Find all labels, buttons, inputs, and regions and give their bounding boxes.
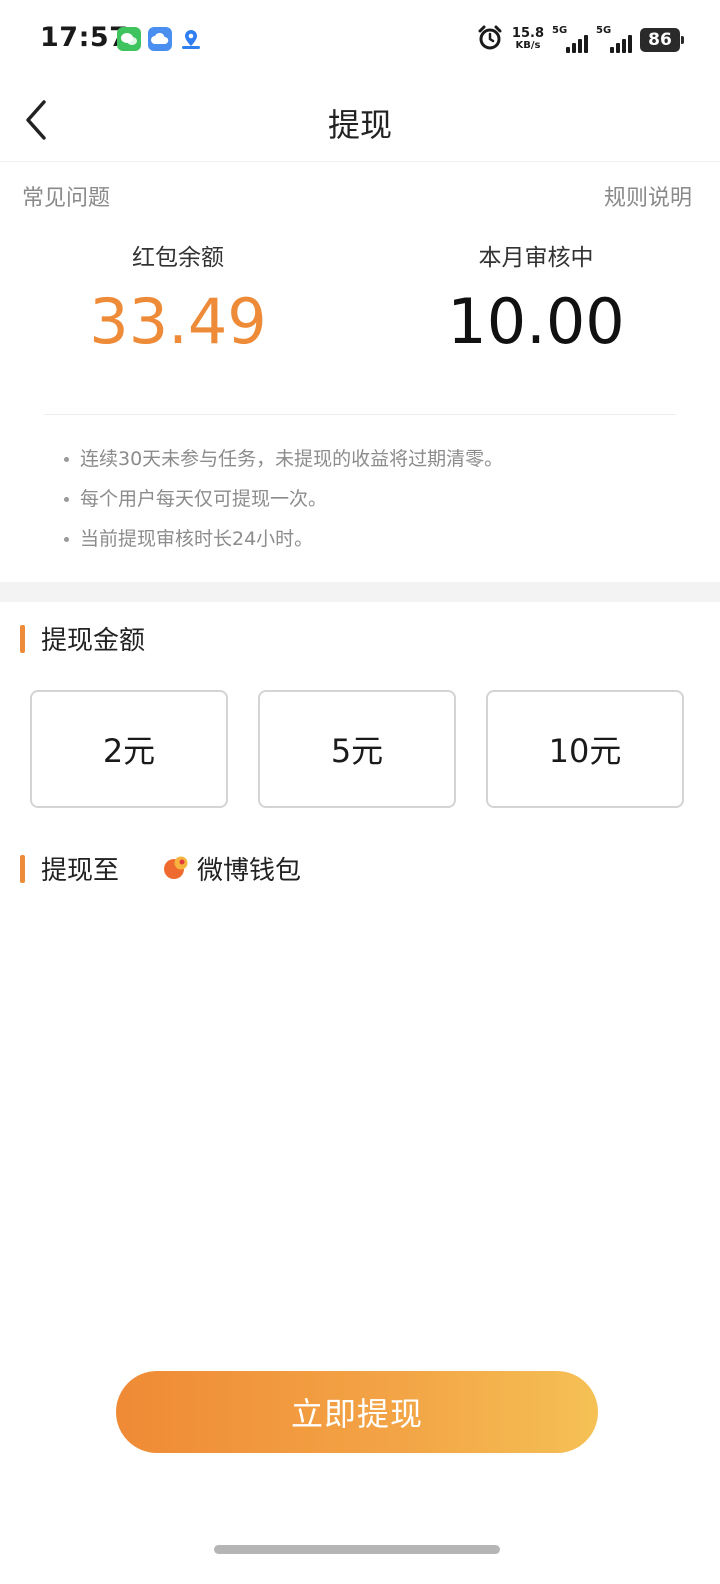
amount-options: 2元 5元 10元 [30,690,684,808]
balance-stat: 红包余额 33.49 [28,238,328,358]
amount-section-title: 提现金额 [20,620,145,657]
net-speed: 15.8 KB/s [511,26,544,51]
signal-sim1-icon: 5G [552,25,588,55]
notice-list: 连续30天未参与任务，未提现的收益将过期清零。 每个用户每天仅可提现一次。 当前… [64,446,503,566]
amount-option-2[interactable]: 2元 [30,690,228,808]
map-app-icon [179,27,203,51]
review-stat: 本月审核中 10.00 [386,238,686,358]
withdraw-now-button[interactable]: 立即提现 [116,1371,598,1453]
notice-item: 当前提现审核时长24小时。 [64,526,503,566]
signal-sim2-icon: 5G [596,25,632,55]
nav-bar: 提现 [0,80,720,162]
weather-cloud-icon [148,27,172,51]
page-title: 提现 [327,106,392,144]
divider [44,414,676,415]
faq-link[interactable]: 常见问题 [22,180,110,212]
weibo-wallet-icon [163,854,189,884]
balance-value: 33.49 [89,285,267,358]
status-indicators: 15.8 KB/s 5G 5G 86 [476,20,684,60]
notice-item: 连续30天未参与任务，未提现的收益将过期清零。 [64,446,503,486]
amount-option-5[interactable]: 5元 [258,690,456,808]
home-indicator[interactable] [214,1545,500,1554]
review-value: 10.00 [447,285,625,358]
battery-icon: 86 [640,28,684,52]
section-separator [0,582,720,602]
weibo-wallet-option[interactable]: 微博钱包 [163,850,301,887]
destination-section-title: 提现至 [20,850,119,887]
wallet-label: 微博钱包 [197,856,302,886]
notice-item: 每个用户每天仅可提现一次。 [64,486,503,526]
amount-option-10[interactable]: 10元 [486,690,684,808]
status-bar: 17:57 15.8 KB/s 5G 5G 86 [0,0,720,80]
rules-link[interactable]: 规则说明 [604,180,692,212]
review-label: 本月审核中 [478,245,594,271]
status-time: 17:57 [40,22,129,53]
balance-label: 红包余额 [132,245,224,271]
alarm-icon [476,24,504,56]
accent-bar [20,854,25,883]
accent-bar [20,624,25,653]
wechat-icon [117,27,141,51]
